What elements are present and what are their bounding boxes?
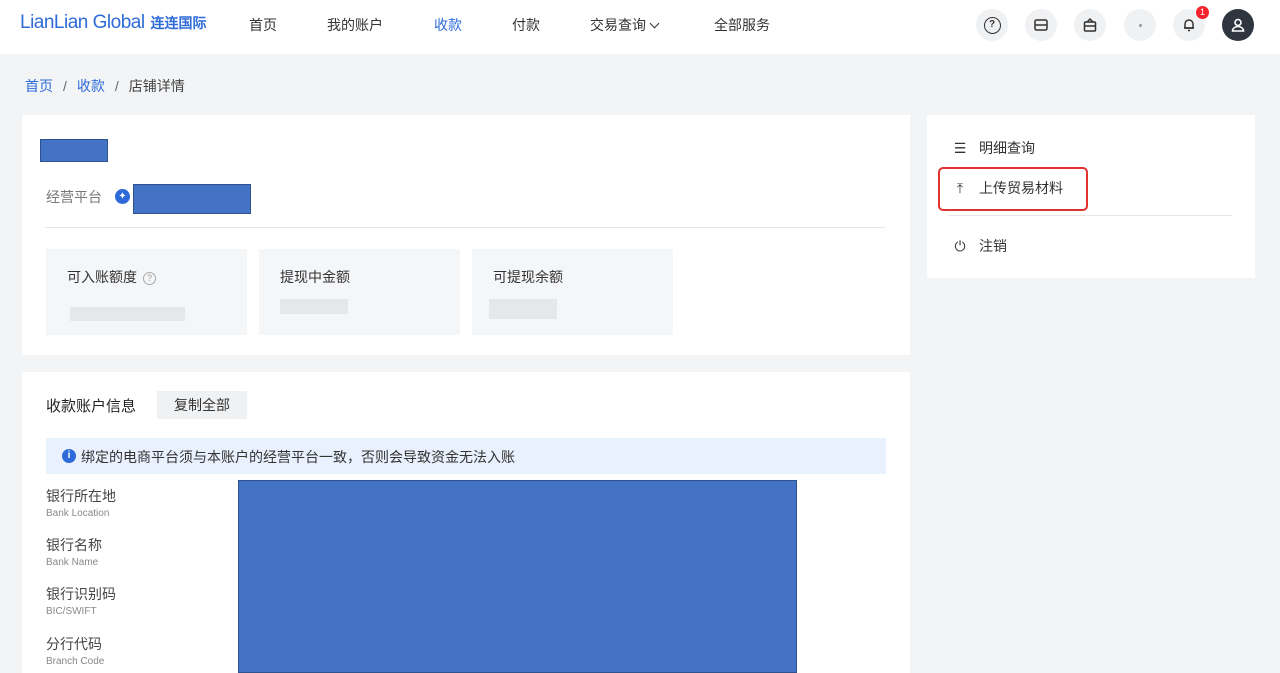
stat-card-credit-limit: 可入账额度? <box>46 249 247 335</box>
platform-label: 经营平台 <box>46 189 102 205</box>
redacted-account-details <box>238 480 797 673</box>
help-icon[interactable]: ? <box>143 272 156 285</box>
field-branch-code: 分行代码 Branch Code <box>46 634 104 667</box>
breadcrumb: 首页 / 收款 / 店铺详情 <box>25 76 185 96</box>
stat-card-withdrawing: 提现中金额 <box>259 249 460 335</box>
chevron-down-icon <box>649 18 660 29</box>
copy-all-button[interactable]: 复制全部 <box>157 391 247 419</box>
help-icon: ? <box>983 16 1001 34</box>
user-icon <box>1231 18 1245 32</box>
help-button[interactable]: ? <box>976 9 1008 41</box>
bell-icon <box>1184 19 1194 32</box>
nav-item-my-account[interactable]: 我的账户 <box>327 15 383 35</box>
user-avatar[interactable] <box>1222 9 1254 41</box>
list-icon: ☰ <box>953 139 967 156</box>
nav-item-pay[interactable]: 付款 <box>512 15 540 35</box>
wallet-icon <box>1034 19 1048 31</box>
breadcrumb-separator: / <box>63 78 67 94</box>
notice-banner: i 绑定的电商平台须与本账户的经营平台一致，否则会导致资金无法入账 <box>46 438 886 474</box>
logo-text-cn: 连连国际 <box>150 15 207 31</box>
nav-item-transactions-label: 交易查询 <box>590 17 646 33</box>
blurred-value <box>70 307 185 321</box>
menu-item-details-label: 明细查询 <box>979 140 1035 156</box>
menu-item-details[interactable]: ☰ 明细查询 <box>950 138 1035 158</box>
blurred-value <box>280 299 348 314</box>
stat-title: 可提现余额 <box>493 269 563 285</box>
highlight-box <box>938 167 1088 211</box>
stat-title: 提现中金额 <box>280 269 350 285</box>
field-bank-name: 银行名称 Bank Name <box>46 535 102 568</box>
field-label-en: Bank Name <box>46 557 99 568</box>
menu-item-cancel[interactable]: ⏻ 注销 <box>950 236 1007 256</box>
breadcrumb-separator: / <box>114 78 119 94</box>
field-label-cn: 分行代码 <box>46 636 102 652</box>
dot-icon <box>1138 23 1142 27</box>
stat-title: 可入账额度? <box>67 267 156 287</box>
field-bic-swift: 银行识别码 BIC/SWIFT <box>46 584 116 617</box>
redacted-platform-value <box>133 184 251 214</box>
notification-badge: 1 <box>1196 6 1209 19</box>
redacted-store-name <box>40 139 108 162</box>
notification-button[interactable]: 1 <box>1173 6 1209 41</box>
breadcrumb-home[interactable]: 首页 <box>25 78 53 94</box>
field-label-cn: 银行识别码 <box>46 586 116 602</box>
nav-item-receive[interactable]: 收款 <box>434 15 462 35</box>
field-bank-location: 银行所在地 Bank Location <box>46 486 116 519</box>
power-icon: ⏻ <box>954 237 966 254</box>
breadcrumb-receive[interactable]: 收款 <box>77 78 105 94</box>
field-label-cn: 银行所在地 <box>46 488 116 504</box>
field-label-en: Branch Code <box>46 656 105 667</box>
field-label-en: Bank Location <box>46 508 110 519</box>
info-icon: i <box>62 449 76 463</box>
gift-button[interactable] <box>1074 9 1106 41</box>
gift-icon <box>1083 17 1097 32</box>
field-label-cn: 银行名称 <box>46 537 102 553</box>
top-navigation: LianLian Global 连连国际 首页 我的账户 收款 付款 交易查询 全… <box>0 0 1280 54</box>
brand-logo[interactable]: LianLian Global 连连国际 <box>20 12 207 34</box>
wallet-button[interactable] <box>1025 9 1057 41</box>
field-label-en: BIC/SWIFT <box>46 606 97 617</box>
stat-card-available: 可提现余额 <box>472 249 673 335</box>
more-button[interactable] <box>1124 9 1156 41</box>
menu-item-cancel-label: 注销 <box>979 238 1007 254</box>
nav-item-home[interactable]: 首页 <box>249 15 277 35</box>
blurred-value <box>489 299 557 319</box>
divider <box>45 227 885 228</box>
logo-text-en: LianLian Global <box>20 12 145 33</box>
breadcrumb-current: 店铺详情 <box>128 78 185 94</box>
stat-title-label: 可入账额度 <box>67 269 137 285</box>
globe-icon: ✦ <box>115 189 130 204</box>
section-title: 收款账户信息 <box>46 398 137 415</box>
divider <box>948 215 1232 216</box>
notice-text: 绑定的电商平台须与本账户的经营平台一致，否则会导致资金无法入账 <box>81 449 515 465</box>
nav-item-transactions[interactable]: 交易查询 <box>590 15 660 35</box>
nav-item-all-services[interactable]: 全部服务 <box>714 15 770 35</box>
